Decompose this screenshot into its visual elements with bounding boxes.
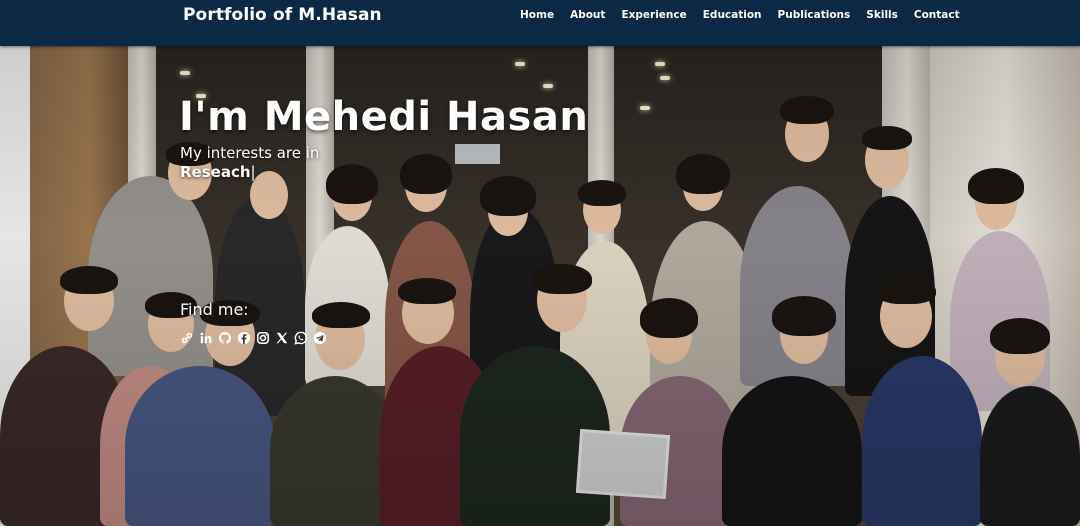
nav-link-about[interactable]: About: [570, 9, 605, 21]
social-links: [180, 331, 327, 345]
instagram-icon[interactable]: [256, 331, 270, 345]
nav-link-home[interactable]: Home: [520, 9, 554, 21]
nav-link-education[interactable]: Education: [703, 9, 762, 21]
x-twitter-icon[interactable]: [275, 331, 289, 345]
hero-title: I'm Mehedi Hasan: [179, 94, 589, 140]
nav-link-experience[interactable]: Experience: [621, 9, 686, 21]
typed-text: Reseach: [180, 163, 251, 181]
brand-title[interactable]: Portfolio of M.Hasan: [183, 5, 382, 25]
whatsapp-icon[interactable]: [294, 331, 308, 345]
nav-link-contact[interactable]: Contact: [914, 9, 960, 21]
nav-link-skills[interactable]: Skills: [866, 9, 898, 21]
typing-cursor: |: [250, 163, 256, 181]
github-icon[interactable]: [218, 331, 232, 345]
linkedin-icon[interactable]: [199, 331, 213, 345]
find-me-label: Find me:: [180, 300, 249, 319]
telegram-icon[interactable]: [313, 331, 327, 345]
link-icon[interactable]: [180, 331, 194, 345]
top-navbar: Portfolio of M.Hasan Home About Experien…: [0, 0, 1080, 46]
nav-links: Home About Experience Education Publicat…: [520, 9, 976, 21]
nav-link-publications[interactable]: Publications: [778, 9, 851, 21]
interests-label: My interests are in: [180, 144, 320, 162]
typed-interest: Reseach|: [180, 163, 256, 181]
facebook-icon[interactable]: [237, 331, 251, 345]
hero-section: I'm Mehedi Hasan My interests are in Res…: [0, 46, 1080, 526]
